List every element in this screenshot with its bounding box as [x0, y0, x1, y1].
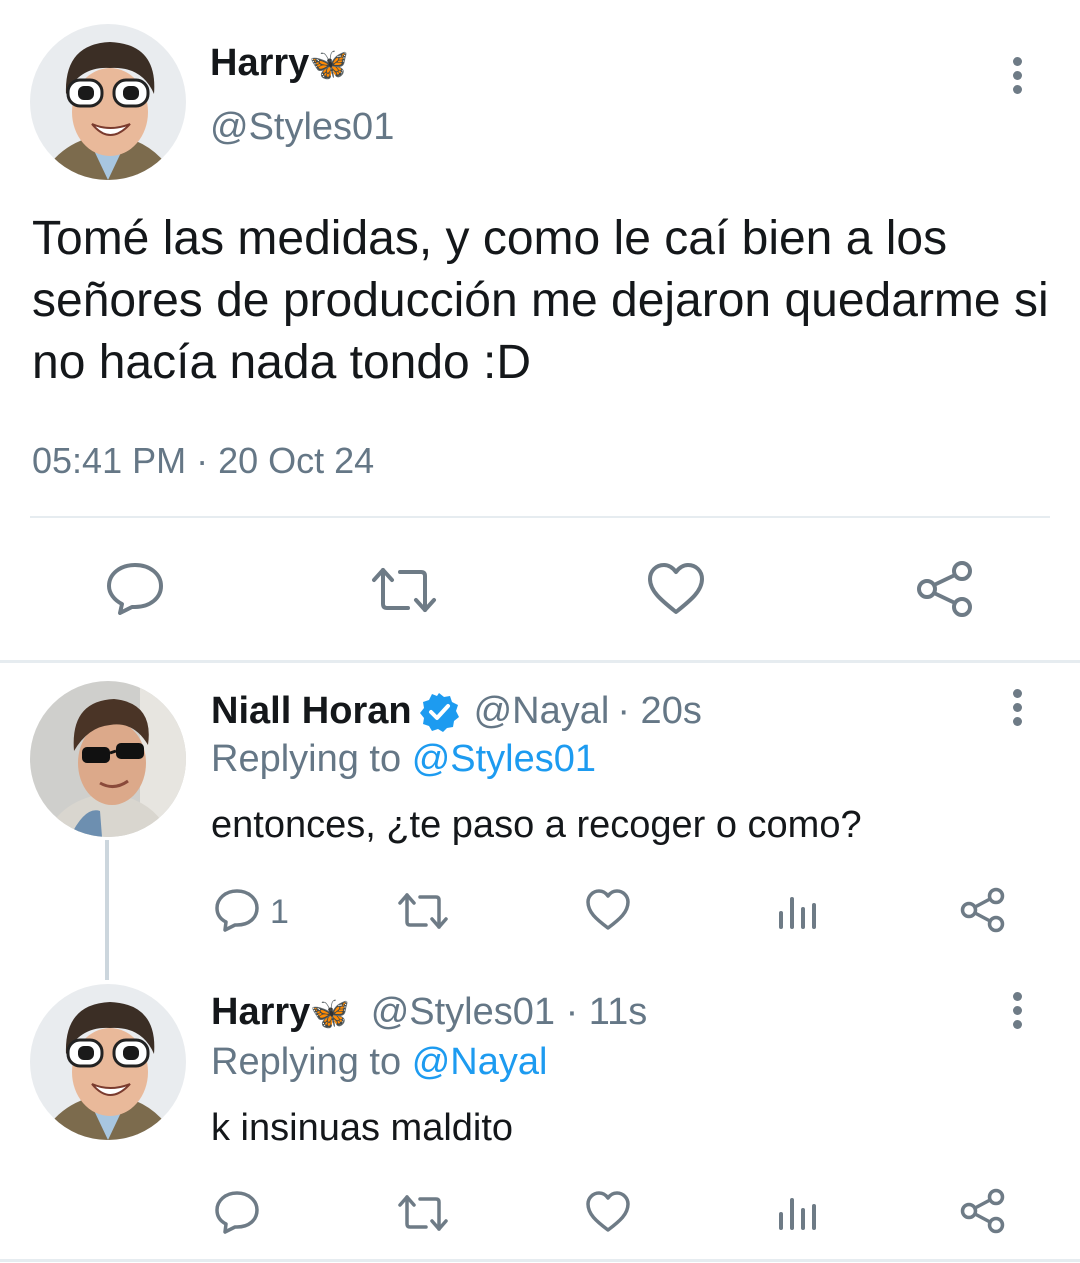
retweet-icon[interactable] [397, 892, 449, 930]
author-handle[interactable]: @Styles01 [210, 106, 394, 149]
author-handle[interactable]: @Styles01 [371, 991, 555, 1033]
author-handle[interactable]: @Nayal [474, 690, 610, 733]
analytics-icon[interactable] [777, 1194, 817, 1232]
like-icon[interactable] [647, 562, 705, 616]
more-options-icon[interactable] [1011, 57, 1023, 99]
like-icon[interactable] [585, 1190, 631, 1234]
replying-to-handle[interactable]: @Nayal [412, 1041, 548, 1083]
reply-icon[interactable] [106, 561, 164, 615]
like-icon[interactable] [585, 888, 631, 932]
divider [30, 516, 1050, 518]
bottom-divider [0, 1259, 1080, 1262]
author-name[interactable]: Harry🦋 [210, 42, 349, 85]
replying-prefix: Replying to [211, 738, 402, 780]
replying-prefix: Replying to [211, 1041, 402, 1083]
reply-count: 1 [270, 893, 289, 931]
retweet-icon[interactable] [370, 566, 438, 614]
analytics-icon[interactable] [777, 893, 817, 931]
share-icon[interactable] [960, 887, 1006, 933]
retweet-icon[interactable] [397, 1194, 449, 1232]
more-options-icon[interactable] [1011, 689, 1023, 731]
niall-avatar[interactable] [30, 681, 186, 837]
tweet-time: · 20s [617, 690, 702, 732]
butterfly-emoji: 🦋 [309, 46, 350, 82]
author-name-text: Harry [210, 42, 310, 84]
reply-text: k insinuas maldito [211, 1107, 514, 1149]
reply-header: Niall Horan @Nayal · 20s [211, 690, 702, 733]
reply-icon[interactable] [214, 888, 260, 932]
tweet-timestamp: 05:41 PM · 20 Oct 24 [32, 440, 375, 481]
harry-avatar[interactable] [30, 24, 186, 180]
tweet-text: Tomé las medidas, y como le caí bien a l… [32, 212, 1049, 389]
tweet-time: · 11s [565, 991, 648, 1033]
author-name[interactable]: Harry [211, 991, 310, 1033]
replying-to: Replying to @Styles01 [211, 738, 596, 781]
thread-line [105, 840, 109, 980]
more-options-icon[interactable] [1011, 992, 1023, 1034]
share-icon[interactable] [960, 1188, 1006, 1234]
harry-avatar[interactable] [30, 984, 186, 1140]
section-divider [0, 660, 1080, 663]
replying-to: Replying to @Nayal [211, 1041, 547, 1084]
replying-to-handle[interactable]: @Styles01 [412, 738, 596, 780]
reply-header: Harry🦋 @Styles01 · 11s [211, 991, 647, 1034]
share-icon[interactable] [916, 560, 974, 618]
reply-icon[interactable] [214, 1190, 260, 1234]
butterfly-emoji: 🦋 [310, 995, 351, 1031]
author-name[interactable]: Niall Horan [211, 690, 412, 733]
verified-badge-icon [418, 691, 460, 733]
reply-text: entonces, ¿te paso a recoger o como? [211, 804, 862, 846]
